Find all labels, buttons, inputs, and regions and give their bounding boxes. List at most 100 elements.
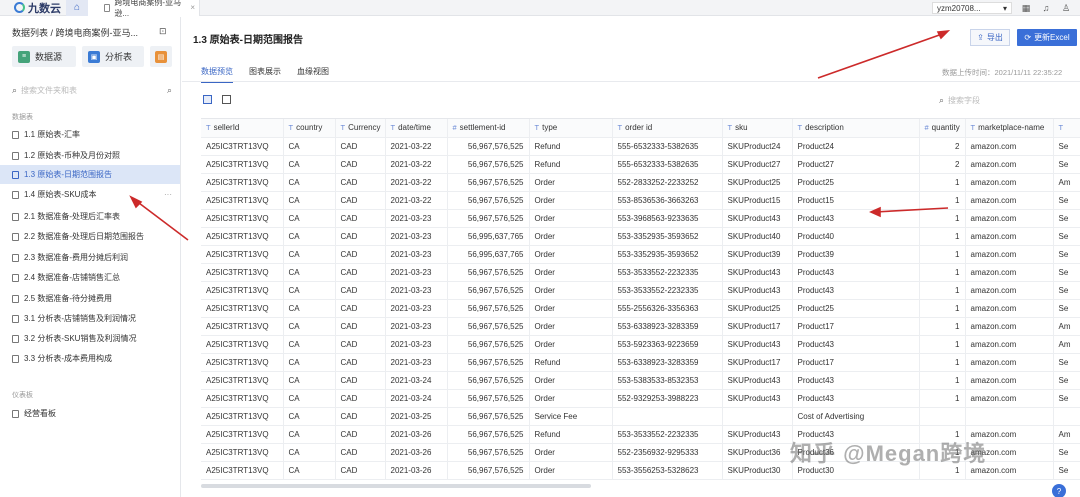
table-cell[interactable]: Se [1053, 245, 1080, 264]
table-row[interactable]: A25IC3TRT13VQ CA CAD 2021-03-24 56,967,576,5… [201, 371, 1080, 390]
table-cell[interactable]: SKUProduct43 [722, 335, 793, 354]
table-cell[interactable]: Refund [529, 137, 613, 156]
sidebar-item-1-2[interactable]: 1.2 原始表-币种及月份对照 [0, 146, 180, 165]
table-cell[interactable]: Refund [529, 425, 613, 444]
table-cell[interactable]: Order [529, 209, 613, 228]
table-cell[interactable]: 56,967,576,525 [447, 137, 530, 156]
horizontal-scrollbar[interactable] [201, 484, 591, 488]
table-cell[interactable]: 553-3533552-2232335 [612, 425, 723, 444]
table-cell[interactable]: 1 [919, 353, 966, 372]
table-cell[interactable]: Order [529, 227, 613, 246]
table-cell[interactable]: Order [529, 245, 613, 264]
building-icon[interactable]: ▦ [1020, 2, 1032, 14]
column-header[interactable]: T Currency [335, 119, 386, 138]
dashboard-shortcut-button[interactable]: ▤ [150, 46, 172, 67]
table-row[interactable]: A25IC3TRT13VQ CA CAD 2021-03-24 56,967,576,5… [201, 389, 1080, 408]
table-cell[interactable]: 555-2556326-3356363 [612, 299, 723, 318]
field-search[interactable]: ⌕ 搜索字段 [939, 94, 1074, 106]
table-cell[interactable]: 56,967,576,525 [447, 155, 530, 174]
table-cell[interactable]: 56,967,576,525 [447, 281, 530, 300]
locate-icon[interactable]: ⊡ [159, 26, 167, 37]
table-cell[interactable]: Se [1053, 299, 1080, 318]
table-cell[interactable]: CAD [335, 371, 386, 390]
table-row[interactable]: A25IC3TRT13VQ CA CAD 2021-03-23 56,967,576,5… [201, 335, 1080, 354]
table-row[interactable]: A25IC3TRT13VQ CA CAD 2021-03-22 56,967,576,5… [201, 191, 1080, 210]
table-cell[interactable]: 56,995,637,765 [447, 245, 530, 264]
app-logo[interactable]: 九数云 [0, 0, 66, 16]
table-cell[interactable]: Product15 [792, 191, 920, 210]
sidebar-item-dashboard[interactable]: 经营看板 [0, 404, 180, 423]
sidebar-item-1-4[interactable]: 1.4 原始表-SKU成本 ··· [0, 185, 180, 204]
table-cell[interactable]: CAD [335, 191, 386, 210]
table-cell[interactable]: 56,967,576,525 [447, 425, 530, 444]
table-cell[interactable]: 2021-03-22 [385, 191, 448, 210]
table-cell[interactable]: 56,967,576,525 [447, 263, 530, 282]
table-cell[interactable]: A25IC3TRT13VQ [201, 137, 284, 156]
table-cell[interactable]: Se [1053, 137, 1080, 156]
table-cell[interactable]: 2021-03-24 [385, 389, 448, 408]
sidebar-item-2-5[interactable]: 2.5 数据准备-待分摊费用 [0, 289, 180, 308]
help-icon[interactable]: ? [1052, 484, 1066, 497]
bell-icon[interactable]: ♫ [1040, 2, 1052, 14]
table-cell[interactable]: 56,967,576,525 [447, 389, 530, 408]
column-header[interactable]: # quantity [919, 119, 966, 138]
table-cell[interactable]: A25IC3TRT13VQ [201, 461, 284, 480]
table-cell[interactable]: CAD [335, 317, 386, 336]
data-table-container[interactable]: TsellerId Tcountry T Currency Tdate/time # set… [201, 118, 1080, 484]
table-cell[interactable]: Se [1053, 371, 1080, 390]
table-cell[interactable]: A25IC3TRT13VQ [201, 191, 284, 210]
table-cell[interactable]: Order [529, 389, 613, 408]
table-cell[interactable]: Order [529, 191, 613, 210]
column-header[interactable]: Tdescription [792, 119, 920, 138]
table-cell[interactable]: SKUProduct43 [722, 209, 793, 228]
column-header[interactable]: Ttype [529, 119, 613, 138]
table-cell[interactable]: Am [1053, 425, 1080, 444]
table-cell[interactable]: amazon.com [965, 299, 1054, 318]
table-cell[interactable]: 553-3352935-3593652 [612, 227, 723, 246]
table-cell[interactable]: A25IC3TRT13VQ [201, 281, 284, 300]
table-cell[interactable]: 2021-03-23 [385, 317, 448, 336]
table-cell[interactable]: Product39 [792, 245, 920, 264]
table-cell[interactable]: CAD [335, 425, 386, 444]
table-cell[interactable]: SKUProduct15 [722, 191, 793, 210]
close-icon[interactable]: × [190, 3, 195, 12]
sidebar-item-2-2[interactable]: 2.2 数据准备-处理后日期范围报告 [0, 227, 180, 246]
analysis-button[interactable]: ▣ 分析表 [82, 46, 144, 67]
table-cell[interactable]: 2021-03-23 [385, 209, 448, 228]
table-cell[interactable]: amazon.com [965, 335, 1054, 354]
table-cell[interactable]: Se [1053, 443, 1080, 462]
table-cell[interactable]: Cost of Advertising [792, 407, 920, 426]
table-cell[interactable]: CAD [335, 407, 386, 426]
table-cell[interactable]: A25IC3TRT13VQ [201, 335, 284, 354]
table-cell[interactable]: Order [529, 263, 613, 282]
table-cell[interactable]: A25IC3TRT13VQ [201, 317, 284, 336]
table-cell[interactable]: Product24 [792, 137, 920, 156]
table-cell[interactable]: Order [529, 299, 613, 318]
table-cell[interactable]: CA [283, 353, 336, 372]
column-header[interactable]: Torder id [612, 119, 723, 138]
table-row[interactable]: A25IC3TRT13VQ CA CAD 2021-03-23 56,967,576,5… [201, 263, 1080, 282]
table-cell[interactable]: A25IC3TRT13VQ [201, 407, 284, 426]
column-header[interactable]: # settlement-id [447, 119, 530, 138]
table-row[interactable]: A25IC3TRT13VQ CA CAD 2021-03-22 56,967,576,5… [201, 137, 1080, 156]
table-cell[interactable]: SKUProduct27 [722, 155, 793, 174]
table-cell[interactable]: CA [283, 155, 336, 174]
user-selector[interactable]: yzm20708... ▾ [932, 2, 1012, 14]
sidebar-item-3-1[interactable]: 3.1 分析表-店铺销售及利润情况 [0, 309, 180, 328]
table-cell[interactable]: SKUProduct43 [722, 263, 793, 282]
breadcrumb[interactable]: 数据列表 / 跨境电商案例-亚马... [12, 26, 138, 39]
table-cell[interactable]: 2021-03-24 [385, 371, 448, 390]
table-cell[interactable]: 56,967,576,525 [447, 317, 530, 336]
table-cell[interactable]: 2021-03-25 [385, 407, 448, 426]
table-cell[interactable]: CAD [335, 263, 386, 282]
table-cell[interactable]: A25IC3TRT13VQ [201, 371, 284, 390]
table-cell[interactable]: CAD [335, 155, 386, 174]
table-cell[interactable] [919, 407, 966, 426]
table-view-icon[interactable] [222, 95, 231, 104]
table-cell[interactable]: amazon.com [965, 137, 1054, 156]
table-cell[interactable]: SKUProduct25 [722, 299, 793, 318]
table-cell[interactable]: Se [1053, 209, 1080, 228]
table-cell[interactable]: amazon.com [965, 227, 1054, 246]
user-icon[interactable]: ♙ [1060, 2, 1072, 14]
table-cell[interactable] [1053, 407, 1080, 426]
